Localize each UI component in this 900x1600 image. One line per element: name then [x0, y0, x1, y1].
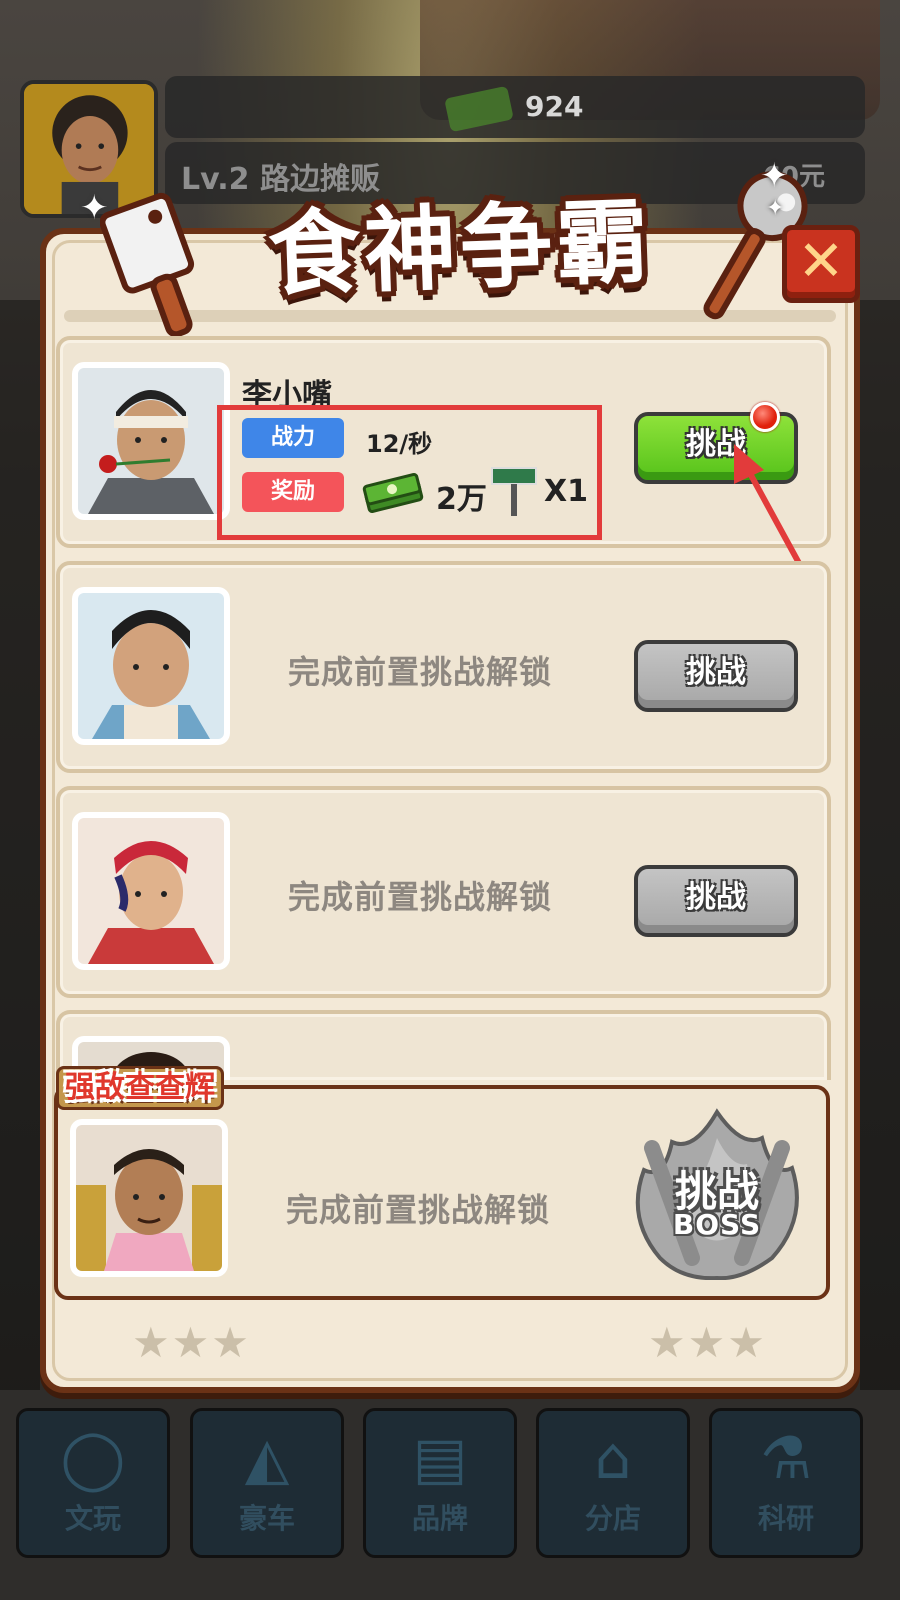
cash-stack-icon — [362, 472, 424, 514]
cleaver-icon — [100, 192, 195, 338]
star-rating-left: ★★★ — [132, 1318, 251, 1367]
dialog-title-banner: 食神争霸 ✦ ✦ ✦ — [80, 156, 808, 338]
reward-item-count: X1 — [544, 474, 589, 509]
boss-label: 强敌查查辉 — [56, 1066, 224, 1110]
challenger-portrait — [72, 587, 230, 745]
flask-icon: ⚗ — [760, 1424, 812, 1492]
sparkle-icon: ✦ — [766, 196, 785, 221]
boss-portrait-icon — [76, 1125, 222, 1271]
cash-icon — [444, 85, 514, 133]
dialog-title: 食神争霸 — [266, 188, 655, 309]
reward-amount: 2万 — [436, 482, 487, 517]
boss-portrait — [70, 1119, 228, 1277]
sparkle-icon: ✦ — [80, 188, 109, 228]
chef-portrait-icon — [78, 818, 224, 964]
star-rating-right: ★★★ — [648, 1318, 767, 1367]
nav-button-cars[interactable]: ◭ 豪车 — [190, 1408, 344, 1558]
nav-button-brand[interactable]: ▤ 品牌 — [363, 1408, 517, 1558]
branch-store-icon: ⌂ — [594, 1424, 632, 1492]
nav-button-antiques[interactable]: ◯ 文玩 — [16, 1408, 170, 1558]
challenger-portrait — [72, 362, 230, 520]
car-icon: ◭ — [244, 1424, 290, 1492]
right-shade — [860, 300, 900, 1390]
boss-button-sublabel: BOSS — [672, 1208, 762, 1241]
locked-text: 完成前置挑战解锁 — [285, 1191, 550, 1229]
challenge-button-locked[interactable]: 挑战 — [634, 640, 798, 712]
street-sign-icon — [491, 467, 537, 516]
power-tag: 战力 — [242, 418, 344, 458]
close-button[interactable]: ✕ — [782, 225, 860, 303]
reward-tag: 奖励 — [242, 472, 344, 512]
chef-portrait-icon — [78, 368, 224, 514]
power-value: 12/秒 — [366, 430, 433, 458]
locked-text: 完成前置挑战解锁 — [287, 878, 552, 916]
nav-label: 科研 — [757, 1502, 814, 1535]
bottom-nav: ◯ 文玩 ◭ 豪车 ▤ 品牌 ⌂ 分店 ⚗ 科研 — [0, 1390, 900, 1600]
locked-text: 完成前置挑战解锁 — [287, 653, 552, 691]
challenge-boss-button[interactable]: 挑战 BOSS — [622, 1108, 812, 1280]
beads-icon: ◯ — [60, 1424, 126, 1492]
challenge-button-locked[interactable]: 挑战 — [634, 865, 798, 937]
sparkle-icon: ✦ — [760, 156, 789, 196]
challenger-portrait — [72, 812, 230, 970]
nav-button-branch[interactable]: ⌂ 分店 — [536, 1408, 690, 1558]
nav-label: 分店 — [584, 1502, 641, 1535]
left-shade — [0, 300, 40, 1390]
money-bar: 924 — [165, 76, 865, 138]
nav-label: 文玩 — [64, 1502, 121, 1535]
challenger-name: 李小嘴 — [242, 378, 332, 413]
nav-label: 豪车 — [238, 1502, 295, 1535]
nav-label: 品牌 — [411, 1502, 468, 1535]
nav-button-research[interactable]: ⚗ 科研 — [709, 1408, 863, 1558]
money-value: 924 — [525, 90, 584, 123]
notification-dot — [750, 402, 780, 432]
chef-portrait-icon — [78, 593, 224, 739]
brand-icon: ▤ — [412, 1424, 468, 1492]
